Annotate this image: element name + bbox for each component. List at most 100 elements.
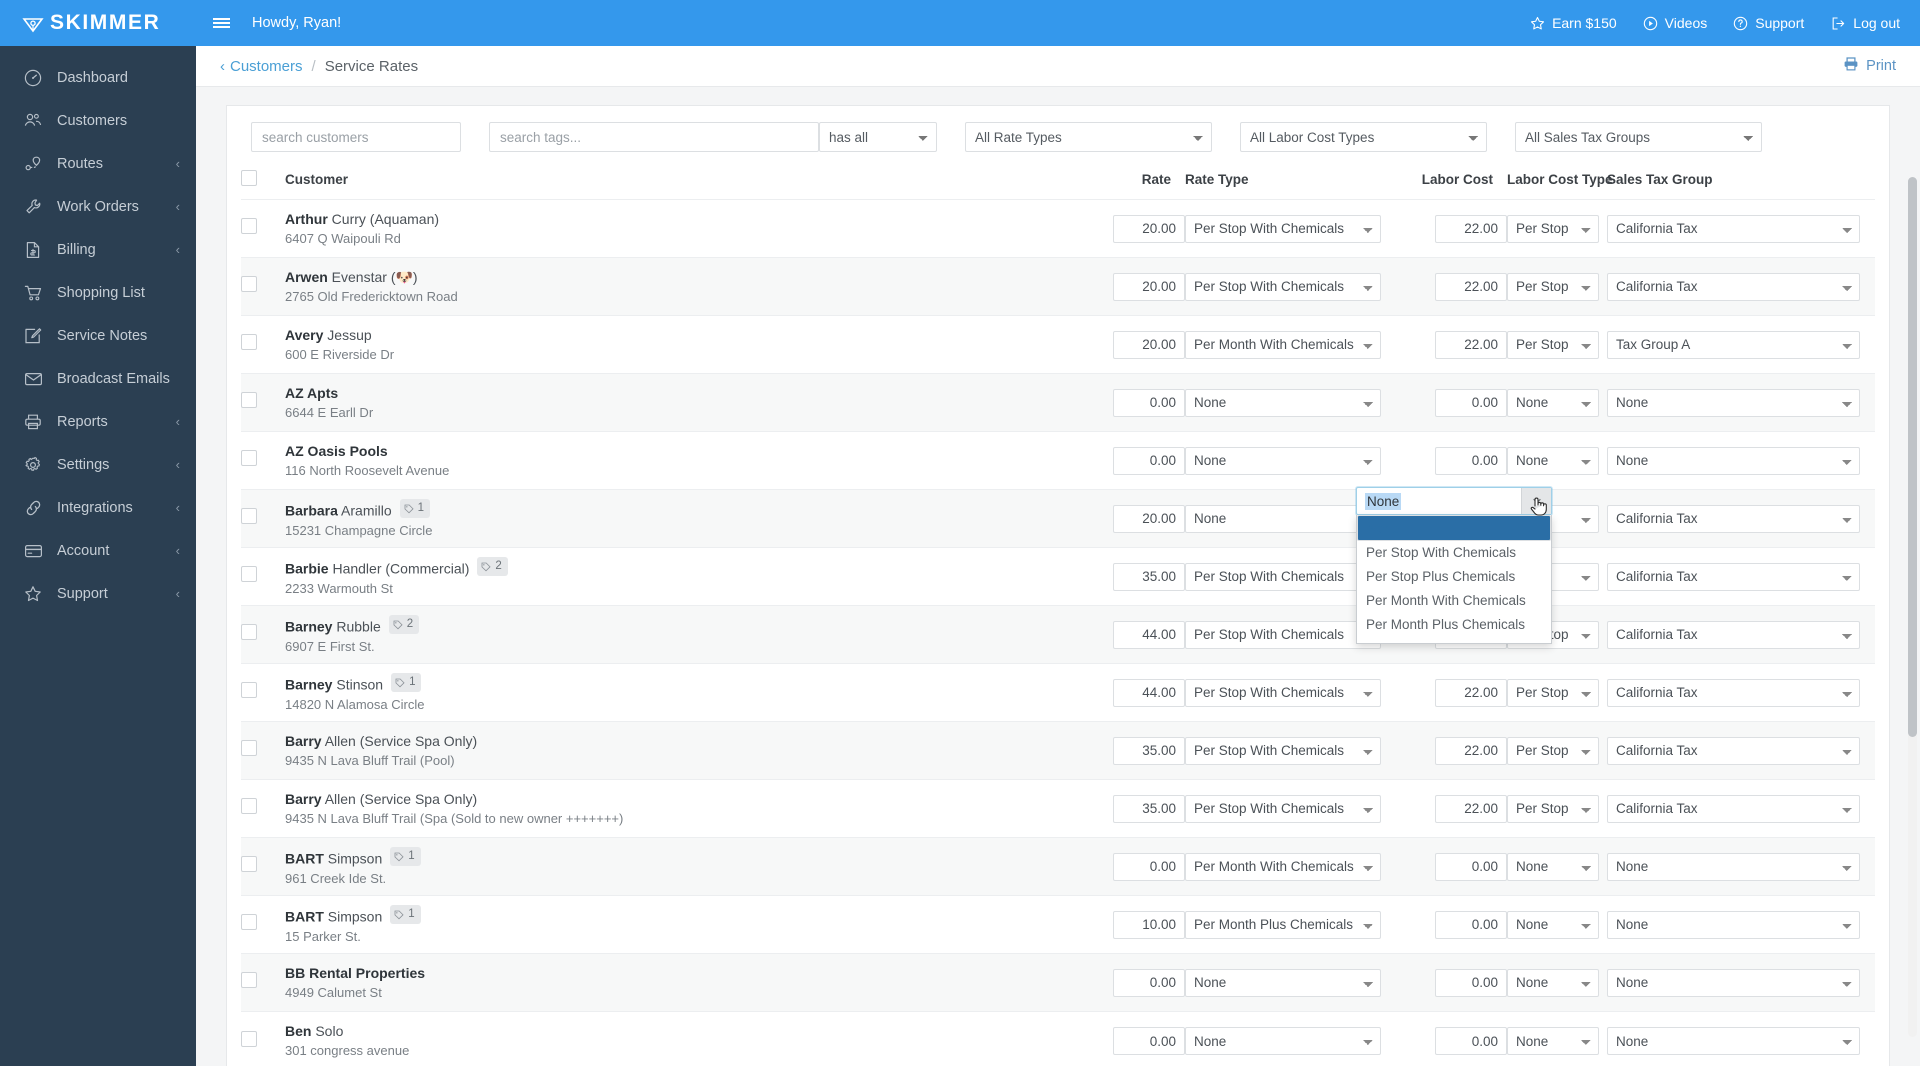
row-checkbox[interactable] bbox=[241, 856, 257, 873]
videos-link[interactable]: Videos bbox=[1643, 15, 1707, 31]
sales-tax-group-select[interactable]: California Tax bbox=[1607, 794, 1860, 823]
sidebar-item-broadcast-emails[interactable]: Broadcast Emails bbox=[0, 357, 196, 400]
sales-tax-group-select[interactable]: California Tax bbox=[1607, 272, 1860, 301]
sidebar-item-work-orders[interactable]: Work Orders ‹ bbox=[0, 185, 196, 228]
sidebar-item-support[interactable]: Support ‹ bbox=[0, 572, 196, 615]
rate-input[interactable] bbox=[1113, 446, 1185, 475]
rate-type-select[interactable]: None bbox=[1185, 968, 1381, 997]
customer-search-input[interactable] bbox=[251, 122, 461, 153]
hamburger-icon[interactable] bbox=[196, 0, 246, 46]
breadcrumb-back-icon[interactable]: ‹ bbox=[220, 58, 225, 75]
labor-cost-input[interactable] bbox=[1435, 330, 1507, 359]
rate-input[interactable] bbox=[1113, 794, 1185, 823]
sales-tax-group-select[interactable]: None bbox=[1607, 388, 1860, 417]
scrollbar-thumb[interactable] bbox=[1908, 177, 1917, 738]
sidebar-item-reports[interactable]: Reports ‹ bbox=[0, 400, 196, 443]
rate-type-open-dropdown[interactable]: None None Per Stop With Chemicals Per Stop… bbox=[1356, 487, 1552, 645]
print-button[interactable]: Print bbox=[1843, 56, 1896, 76]
rate-type-select[interactable]: Per Stop With Chemicals bbox=[1185, 214, 1381, 243]
rate-type-filter-select[interactable]: All Rate Types bbox=[965, 122, 1212, 153]
labor-cost-type-select[interactable]: Per Stop bbox=[1507, 736, 1599, 765]
row-checkbox[interactable] bbox=[241, 392, 257, 409]
rate-input[interactable] bbox=[1113, 968, 1185, 997]
labor-cost-input[interactable] bbox=[1435, 678, 1507, 707]
labor-cost-type-filter-select[interactable]: All Labor Cost Types bbox=[1240, 122, 1487, 153]
rate-type-select[interactable]: Per Stop With Chemicals bbox=[1185, 562, 1381, 591]
sales-tax-group-select[interactable]: None bbox=[1607, 852, 1860, 881]
logout-link[interactable]: Log out bbox=[1830, 15, 1900, 31]
select-all-checkbox[interactable] bbox=[241, 170, 257, 187]
sidebar-item-integrations[interactable]: Integrations ‹ bbox=[0, 486, 196, 529]
sales-tax-group-select[interactable]: California Tax bbox=[1607, 736, 1860, 765]
rate-input[interactable] bbox=[1113, 330, 1185, 359]
labor-cost-input[interactable] bbox=[1435, 272, 1507, 301]
labor-cost-type-select[interactable]: None bbox=[1507, 910, 1599, 939]
sales-tax-group-filter-select[interactable]: All Sales Tax Groups bbox=[1515, 122, 1762, 153]
labor-cost-input[interactable] bbox=[1435, 852, 1507, 881]
sales-tax-group-select[interactable]: None bbox=[1607, 446, 1860, 475]
rate-type-option[interactable]: Per Stop With Chemicals bbox=[1357, 541, 1551, 565]
row-checkbox[interactable] bbox=[241, 276, 257, 293]
sidebar-item-routes[interactable]: Routes ‹ bbox=[0, 142, 196, 185]
labor-cost-type-select[interactable]: None bbox=[1507, 388, 1599, 417]
sidebar-item-customers[interactable]: Customers bbox=[0, 99, 196, 142]
labor-cost-type-select[interactable]: None bbox=[1507, 852, 1599, 881]
rate-type-select[interactable]: Per Stop With Chemicals bbox=[1185, 272, 1381, 301]
rate-type-select[interactable]: Per Month With Chemicals bbox=[1185, 330, 1381, 359]
row-checkbox[interactable] bbox=[241, 508, 257, 525]
brand-logo[interactable]: SKIMMER bbox=[0, 0, 196, 46]
sales-tax-group-select[interactable]: Tax Group A bbox=[1607, 330, 1860, 359]
rate-input[interactable] bbox=[1113, 910, 1185, 939]
rate-input[interactable] bbox=[1113, 272, 1185, 301]
sidebar-item-account[interactable]: Account ‹ bbox=[0, 529, 196, 572]
sales-tax-group-select[interactable]: California Tax bbox=[1607, 504, 1860, 533]
rate-input[interactable] bbox=[1113, 214, 1185, 243]
row-checkbox[interactable] bbox=[241, 450, 257, 467]
rate-type-option[interactable]: None bbox=[1357, 515, 1551, 542]
rate-input[interactable] bbox=[1113, 678, 1185, 707]
vertical-scrollbar[interactable] bbox=[1908, 177, 1917, 1038]
sidebar-item-shopping-list[interactable]: Shopping List bbox=[0, 271, 196, 314]
rate-input[interactable] bbox=[1113, 388, 1185, 417]
labor-cost-type-select[interactable]: None bbox=[1507, 446, 1599, 475]
row-checkbox[interactable] bbox=[241, 218, 257, 235]
sidebar-item-dashboard[interactable]: Dashboard bbox=[0, 56, 196, 99]
rate-type-select[interactable]: None bbox=[1185, 1027, 1381, 1056]
sidebar-item-billing[interactable]: Billing ‹ bbox=[0, 228, 196, 271]
labor-cost-input[interactable] bbox=[1435, 446, 1507, 475]
rate-input[interactable] bbox=[1113, 736, 1185, 765]
row-checkbox[interactable] bbox=[241, 740, 257, 757]
labor-cost-input[interactable] bbox=[1435, 214, 1507, 243]
row-checkbox[interactable] bbox=[241, 334, 257, 351]
labor-cost-input[interactable] bbox=[1435, 968, 1507, 997]
rate-input[interactable] bbox=[1113, 1027, 1185, 1056]
sales-tax-group-select[interactable]: None bbox=[1607, 910, 1860, 939]
labor-cost-input[interactable] bbox=[1435, 1027, 1507, 1056]
rate-input[interactable] bbox=[1113, 852, 1185, 881]
rate-type-select[interactable]: Per Month With Chemicals bbox=[1185, 852, 1381, 881]
rate-type-select[interactable]: Per Stop With Chemicals bbox=[1185, 620, 1381, 649]
labor-cost-type-select[interactable]: None bbox=[1507, 1027, 1599, 1056]
tag-match-select[interactable]: has all bbox=[819, 122, 937, 153]
row-checkbox[interactable] bbox=[241, 566, 257, 583]
sales-tax-group-select[interactable]: California Tax bbox=[1607, 678, 1860, 707]
sales-tax-group-select[interactable]: California Tax bbox=[1607, 562, 1860, 591]
rate-type-option-list[interactable]: None Per Stop With Chemicals Per Stop Plus… bbox=[1356, 515, 1552, 645]
labor-cost-input[interactable] bbox=[1435, 736, 1507, 765]
labor-cost-type-select[interactable]: None bbox=[1507, 968, 1599, 997]
labor-cost-input[interactable] bbox=[1435, 910, 1507, 939]
rate-type-option[interactable]: Per Month With Chemicals bbox=[1357, 589, 1551, 613]
labor-cost-input[interactable] bbox=[1435, 388, 1507, 417]
labor-cost-type-select[interactable]: Per Stop bbox=[1507, 214, 1599, 243]
rate-type-select[interactable]: None bbox=[1185, 388, 1381, 417]
row-checkbox[interactable] bbox=[241, 1030, 257, 1047]
sidebar-item-settings[interactable]: Settings ‹ bbox=[0, 443, 196, 486]
rate-type-select-closed-box[interactable]: None bbox=[1356, 487, 1552, 516]
chevron-down-icon[interactable] bbox=[1521, 488, 1551, 515]
labor-cost-type-select[interactable]: Per Stop bbox=[1507, 272, 1599, 301]
labor-cost-type-select[interactable]: Per Stop bbox=[1507, 794, 1599, 823]
row-checkbox[interactable] bbox=[241, 624, 257, 641]
rate-type-option[interactable]: Per Stop Plus Chemicals bbox=[1357, 565, 1551, 589]
labor-cost-input[interactable] bbox=[1435, 794, 1507, 823]
sales-tax-group-select[interactable]: California Tax bbox=[1607, 214, 1860, 243]
